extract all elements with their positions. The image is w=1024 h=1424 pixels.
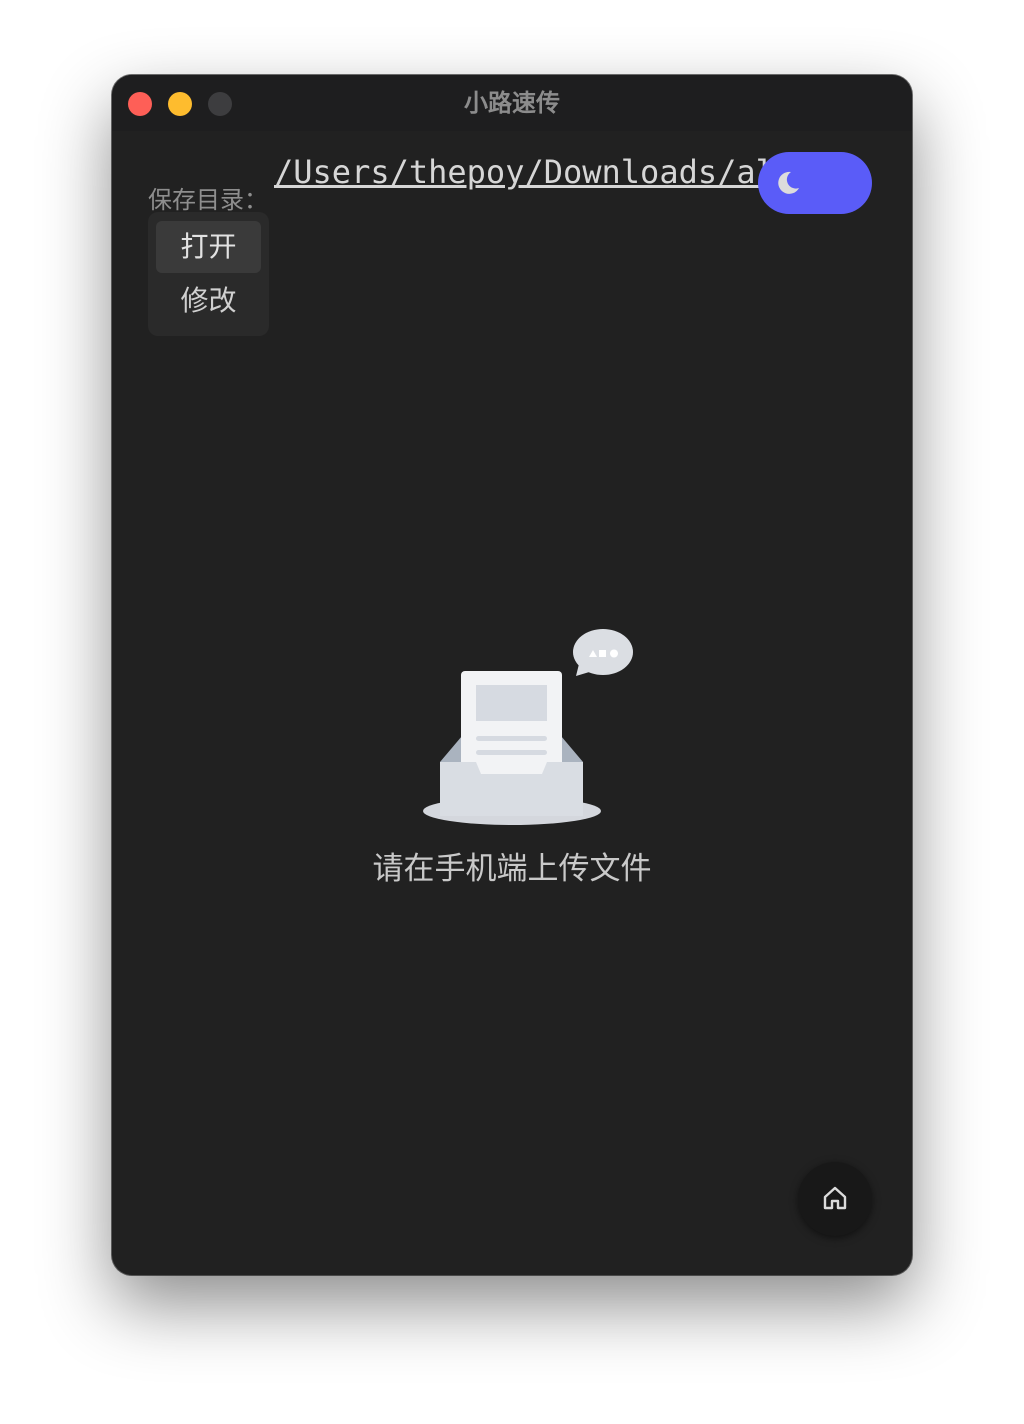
theme-toggle[interactable] [758, 152, 872, 214]
window-title: 小路速传 [464, 89, 560, 117]
moon-icon [778, 171, 799, 194]
menu-item-open[interactable]: 打开 [156, 221, 261, 273]
app-window: 小路速传 保存目录： /Users/thepoy/Downloads/alley… [112, 75, 912, 1275]
save-directory-path-link[interactable]: /Users/thepoy/Downloads/alley [274, 151, 833, 193]
directory-action-menu: 打开 修改 [148, 212, 269, 336]
menu-item-modify[interactable]: 修改 [156, 275, 261, 327]
empty-inbox-illustration [423, 629, 633, 825]
home-icon [823, 1186, 847, 1210]
save-directory-label: 保存目录： [148, 186, 268, 214]
empty-state-message: 请在手机端上传文件 [372, 851, 652, 887]
title-bar[interactable]: 小路速传 [112, 75, 912, 131]
home-button[interactable] [798, 1162, 872, 1236]
